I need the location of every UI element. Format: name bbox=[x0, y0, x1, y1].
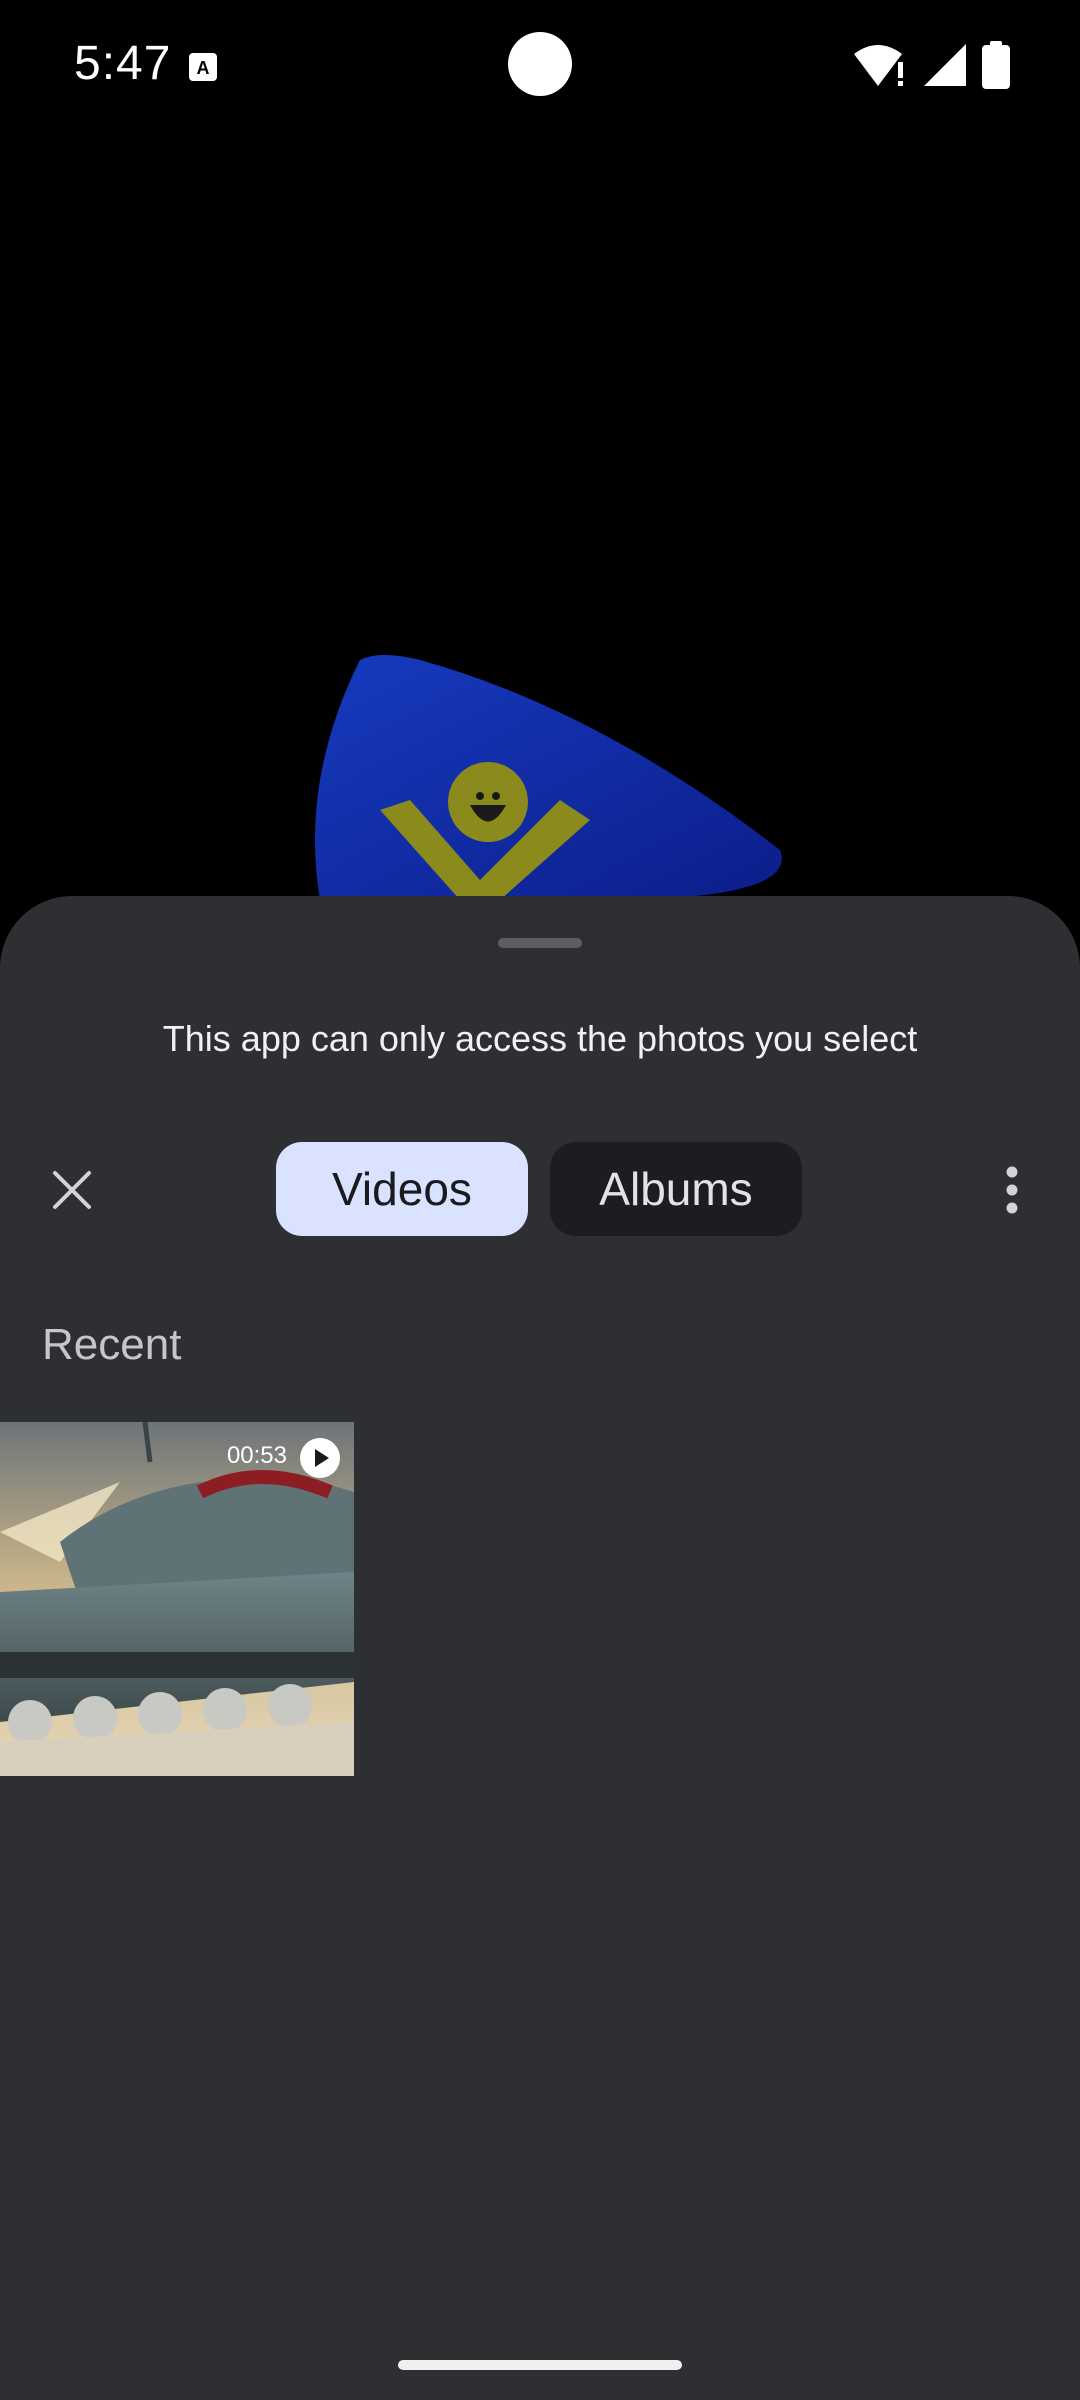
more-options-button[interactable] bbox=[984, 1154, 1040, 1226]
access-notice: This app can only access the photos you … bbox=[162, 1018, 918, 1059]
app-logo bbox=[315, 655, 782, 900]
status-bar: 5:47 A bbox=[0, 0, 1080, 130]
status-icons bbox=[854, 40, 1010, 90]
drag-handle[interactable] bbox=[498, 938, 582, 948]
video-duration: 00:53 bbox=[226, 1442, 287, 1469]
gesture-nav-handle[interactable] bbox=[398, 2360, 682, 2370]
tab-albums[interactable]: Albums bbox=[550, 1142, 802, 1236]
photo-picker-sheet: This app can only access the photos you … bbox=[0, 896, 1080, 2400]
close-icon bbox=[53, 1171, 91, 1209]
picker-tabs: Videos Albums bbox=[276, 1142, 802, 1236]
svg-text:A: A bbox=[197, 58, 210, 78]
keyboard-a-icon: A bbox=[189, 53, 217, 81]
close-button[interactable] bbox=[36, 1154, 108, 1226]
tab-videos[interactable]: Videos bbox=[276, 1142, 528, 1236]
more-vert-icon bbox=[1006, 1166, 1018, 1214]
status-time: 5:47 bbox=[74, 37, 172, 90]
wifi-alert-icon bbox=[854, 45, 903, 86]
section-header-recent: Recent bbox=[42, 1320, 182, 1369]
battery-icon bbox=[982, 41, 1010, 89]
play-icon bbox=[300, 1438, 340, 1478]
video-thumbnail[interactable]: 00:53 bbox=[0, 1422, 354, 1776]
cell-signal-icon bbox=[924, 44, 966, 86]
camera-cutout bbox=[508, 32, 572, 96]
